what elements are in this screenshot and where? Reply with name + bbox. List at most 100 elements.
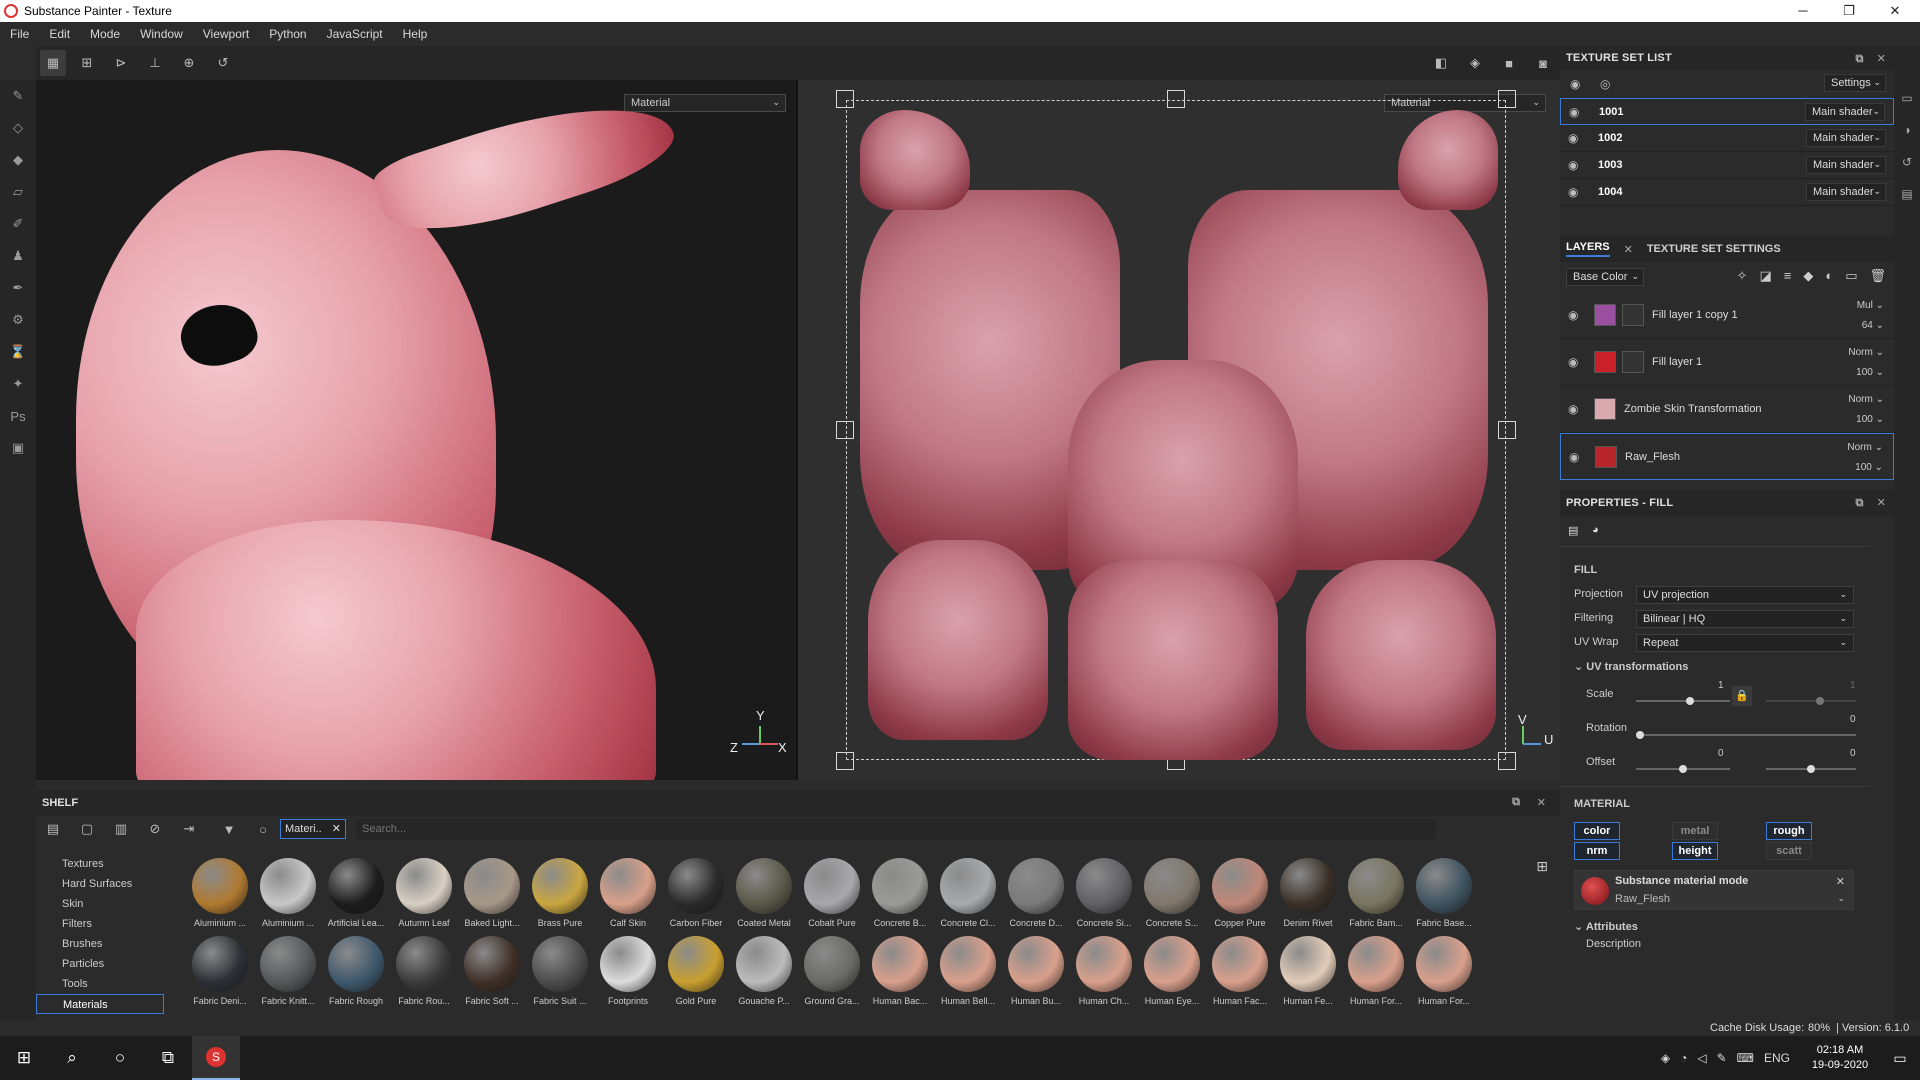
shelf-close-icon[interactable]: ✕ bbox=[1537, 796, 1546, 809]
properties-close-icon[interactable]: ⧉ ✕ bbox=[1856, 496, 1887, 510]
material-thumbnail[interactable]: Aluminium ... bbox=[254, 858, 322, 928]
tray-network-icon[interactable]: ◔ bbox=[1680, 1051, 1687, 1065]
attributes-toggle[interactable]: ⌄ Attributes bbox=[1574, 920, 1638, 933]
shelf-category-tools[interactable]: Tools bbox=[36, 974, 164, 994]
windows-start-icon[interactable]: ⊞ bbox=[0, 1036, 48, 1080]
layer-thumbnail[interactable] bbox=[1594, 351, 1616, 373]
channel-chip-color[interactable]: color bbox=[1574, 822, 1620, 840]
screenshot-icon[interactable]: ◙ bbox=[1530, 50, 1556, 76]
shader-select[interactable]: Main shader ⌄ bbox=[1806, 183, 1886, 201]
material-thumbnail[interactable]: Footprints bbox=[594, 936, 662, 1006]
material-thumbnail[interactable]: Calf Skin bbox=[594, 858, 662, 928]
menu-window[interactable]: Window bbox=[130, 27, 193, 41]
layer-row[interactable]: ◉ Fill layer 1 copy 1 Mul ⌄ 64 ⌄ bbox=[1560, 292, 1894, 339]
layer-mask-thumbnail[interactable] bbox=[1622, 304, 1644, 326]
layer-thumbnail[interactable] bbox=[1595, 445, 1617, 468]
layer-blend[interactable]: Norm ⌄ 100 ⌄ bbox=[1848, 343, 1884, 383]
rotation-slider[interactable] bbox=[1636, 731, 1856, 739]
texture-set-settings-button[interactable]: Settings ⌄ bbox=[1824, 74, 1886, 92]
visibility-icon[interactable]: ◉ bbox=[1568, 131, 1584, 145]
material-thumbnail[interactable]: Autumn Leaf bbox=[390, 858, 458, 928]
material-thumbnail[interactable]: Human Eye... bbox=[1138, 936, 1206, 1006]
channel-chip-scatt[interactable]: scatt bbox=[1766, 842, 1812, 860]
material-thumbnail[interactable]: Concrete Si... bbox=[1070, 858, 1138, 928]
grid-toggle-icon[interactable]: ⊞ bbox=[1536, 858, 1548, 875]
uv-handle-tc[interactable] bbox=[1167, 90, 1185, 108]
layer-visibility-icon[interactable]: ◉ bbox=[1568, 355, 1584, 369]
visibility-icon[interactable]: ◉ bbox=[1568, 158, 1584, 172]
photoshop-icon[interactable]: Ps bbox=[0, 400, 36, 432]
layer-blend[interactable]: Norm ⌄ 100 ⌄ bbox=[1847, 438, 1883, 478]
mirror-x-icon[interactable]: ⊳ bbox=[108, 50, 134, 76]
offset-slider-1[interactable] bbox=[1636, 765, 1730, 773]
material-thumbnail[interactable]: Fabric Rough bbox=[322, 936, 390, 1006]
settings-icon[interactable]: ⚙ bbox=[0, 304, 36, 336]
material-thumbnail[interactable]: Brass Pure bbox=[526, 858, 594, 928]
menu-mode[interactable]: Mode bbox=[80, 27, 130, 41]
material-thumbnail[interactable]: Human Bu... bbox=[1002, 936, 1070, 1006]
shelf-search-input[interactable] bbox=[356, 819, 1436, 839]
filter-icon[interactable]: ▼ bbox=[216, 816, 242, 842]
viewport-3d-channel-select[interactable]: Material ⌄ bbox=[624, 94, 786, 112]
projection-icon[interactable]: ◆ bbox=[0, 144, 36, 176]
material-thumbnail[interactable]: Fabric Bam... bbox=[1342, 858, 1410, 928]
shelf-category-brushes[interactable]: Brushes bbox=[36, 934, 164, 954]
polygon-fill-icon[interactable]: ▱ bbox=[0, 176, 36, 208]
shader-settings-icon[interactable]: ◑ bbox=[1894, 114, 1920, 146]
texture-set-row[interactable]: ◉ 1003 Main shader ⌄ bbox=[1560, 152, 1894, 179]
shelf-undock-icon[interactable]: ⧉ bbox=[1512, 796, 1520, 809]
delete-layer-icon[interactable]: 🗑 bbox=[1869, 268, 1886, 284]
task-view-icon[interactable]: ⧉ bbox=[144, 1036, 192, 1080]
export-icon[interactable]: ▣ bbox=[0, 432, 36, 464]
material-thumbnail[interactable]: Concrete S... bbox=[1138, 858, 1206, 928]
history-panel-icon[interactable]: ↺ bbox=[1894, 146, 1920, 178]
channel-chip-nrm[interactable]: nrm bbox=[1574, 842, 1620, 860]
hide-icon[interactable]: ⊘ bbox=[142, 816, 168, 842]
channel-chip-height[interactable]: height bbox=[1672, 842, 1718, 860]
material-thumbnail[interactable]: Baked Light... bbox=[458, 858, 526, 928]
scale-slider[interactable] bbox=[1636, 697, 1730, 705]
bake-icon[interactable]: ⌛ bbox=[0, 336, 36, 368]
material-mode-box[interactable]: Substance material mode Raw_Flesh ✕ ⌄ bbox=[1574, 870, 1854, 910]
tray-shield-icon[interactable]: ◈ bbox=[1661, 1051, 1670, 1065]
menu-python[interactable]: Python bbox=[259, 27, 316, 41]
layer-thumbnail[interactable] bbox=[1594, 304, 1616, 326]
offset-slider-2[interactable] bbox=[1766, 765, 1856, 773]
shelf-category-hard-surfaces[interactable]: Hard Surfaces bbox=[36, 874, 164, 894]
layer-row[interactable]: ◉ Zombie Skin Transformation Norm ⌄ 100 ⌄ bbox=[1560, 386, 1894, 433]
material-thumbnail[interactable]: Cobalt Pure bbox=[798, 858, 866, 928]
shelf-category-particles[interactable]: Particles bbox=[36, 954, 164, 974]
tab-layers[interactable]: LAYERS bbox=[1566, 241, 1610, 257]
material-thumbnail[interactable]: Copper Pure bbox=[1206, 858, 1274, 928]
material-thumbnail[interactable]: Fabric Suit ... bbox=[526, 936, 594, 1006]
uv-handle-tr[interactable] bbox=[1498, 90, 1516, 108]
material-expand-icon[interactable]: ⌄ bbox=[1837, 893, 1845, 904]
refresh-icon[interactable]: ○ bbox=[250, 816, 276, 842]
tray-language[interactable]: ENG bbox=[1764, 1051, 1790, 1065]
menu-viewport[interactable]: Viewport bbox=[193, 27, 259, 41]
tray-keyboard-icon[interactable]: ⌨ bbox=[1737, 1051, 1754, 1065]
texture-set-row[interactable]: ◉ 1002 Main shader ⌄ bbox=[1560, 125, 1894, 152]
substance-icon[interactable]: ✦ bbox=[0, 368, 36, 400]
uv-handle-br[interactable] bbox=[1498, 752, 1516, 770]
menu-edit[interactable]: Edit bbox=[39, 27, 80, 41]
add-layer-icon[interactable]: ≡ bbox=[1784, 268, 1792, 284]
cortana-icon[interactable]: ○ bbox=[96, 1036, 144, 1080]
clone-stamp-icon[interactable]: ♟ bbox=[0, 240, 36, 272]
material-thumbnail[interactable]: Fabric Knitt... bbox=[254, 936, 322, 1006]
mirror-y-icon[interactable]: ⊥ bbox=[142, 50, 168, 76]
texture-set-list-close-icon[interactable]: ⧉ ✕ bbox=[1856, 52, 1887, 66]
texture-set-row[interactable]: ◉ 1001 Main shader ⌄ bbox=[1560, 98, 1894, 125]
scale-slider-2[interactable] bbox=[1766, 697, 1856, 705]
material-thumbnail[interactable]: Human Fe... bbox=[1274, 936, 1342, 1006]
history-icon[interactable]: ↺ bbox=[210, 50, 236, 76]
material-thumbnail[interactable]: Ground Gra... bbox=[798, 936, 866, 1006]
material-sphere-icon[interactable]: ◕ bbox=[1592, 524, 1612, 544]
projection-select[interactable]: UV projection ⌄ bbox=[1636, 586, 1854, 604]
uv-handle-bl[interactable] bbox=[836, 752, 854, 770]
remove-filter-icon[interactable]: ✕ bbox=[332, 822, 341, 835]
shelf-category-materials[interactable]: Materials bbox=[36, 994, 164, 1014]
channel-select[interactable]: Base Color ⌄ bbox=[1566, 268, 1644, 286]
viewport-2d[interactable]: Material ⌄ V U bbox=[798, 80, 1560, 780]
substance-painter-taskbar-icon[interactable]: S bbox=[192, 1036, 240, 1080]
